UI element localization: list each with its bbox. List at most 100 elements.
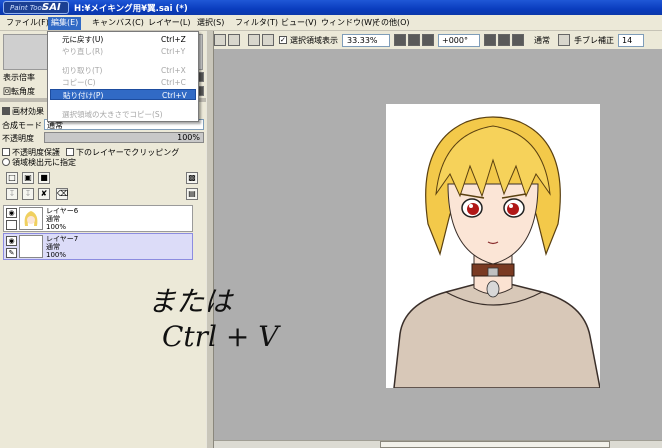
edit-menu-dropdown: 元に戻す(U) Ctrl+Z やり直し(R) Ctrl+Y 切り取り(T) Ct…: [47, 31, 199, 122]
menu-item-label: やり直し(R): [62, 47, 104, 56]
zoom-out-icon[interactable]: [394, 34, 406, 46]
title-bar: Paint Tool SAI H:¥メイキング用¥翼.sai (*): [0, 0, 662, 15]
rotate-reset-icon[interactable]: [512, 34, 524, 46]
layer-row-selected[interactable]: ◉ ✎ レイヤー7 通常 100%: [3, 233, 193, 260]
menu-other[interactable]: その他(O): [370, 17, 413, 30]
new-folder-icon[interactable]: ■: [38, 172, 50, 184]
layer-thumbnail: [19, 207, 43, 230]
nav-rotate-label: 回転角度: [3, 87, 35, 96]
panel-splitter[interactable]: [206, 31, 214, 448]
stabilizer-value: 14: [622, 36, 633, 45]
canvas-document[interactable]: [386, 104, 600, 388]
view-mode-value: 通常: [534, 36, 550, 45]
flip-icon[interactable]: [558, 34, 570, 46]
transfer-down-icon[interactable]: ↧: [6, 188, 18, 200]
character-illustration: [393, 116, 600, 388]
zoom-in-icon[interactable]: [408, 34, 420, 46]
menu-item-shortcut: Ctrl+Y: [161, 47, 186, 56]
blend-mode-label: 合成モード: [2, 121, 42, 130]
show-selection-checkbox[interactable]: ✓: [279, 36, 287, 44]
selection-source-radio[interactable]: [2, 158, 10, 166]
menu-item-shortcut: Ctrl+X: [161, 66, 186, 75]
window-title: H:¥メイキング用¥翼.sai (*): [74, 4, 188, 14]
menu-filter[interactable]: フィルタ(T): [232, 17, 281, 30]
brush-edit-icon[interactable]: ✎: [6, 248, 17, 258]
menu-bar: ファイル(F) 編集(E) キャンバス(C) レイヤー(L) 選択(S) フィル…: [0, 15, 662, 31]
menu-layer[interactable]: レイヤー(L): [145, 17, 193, 30]
scrollbar-thumb[interactable]: [380, 441, 610, 448]
menu-separator: [52, 60, 194, 61]
zoom-field[interactable]: 33.33%: [342, 34, 390, 47]
menu-item-label: 貼り付け(P): [63, 91, 104, 100]
menu-item-copy-selection-size[interactable]: 選択領域の大きさでコピー(S): [50, 109, 196, 120]
selection-source-label: 領域検出元に指定: [12, 158, 76, 167]
layer-mode: 通常: [46, 243, 60, 251]
menu-item-shortcut: Ctrl+Z: [161, 35, 186, 44]
menu-item-label: 選択領域の大きさでコピー(S): [62, 110, 163, 119]
clipping-checkbox[interactable]: [66, 148, 74, 156]
menu-item-label: 元に戻す(U): [62, 35, 104, 44]
stabilizer-label: 手ブレ補正: [574, 36, 614, 45]
menu-edit[interactable]: 編集(E): [48, 17, 82, 30]
rotate-right-icon[interactable]: [498, 34, 510, 46]
paper-effect-expander[interactable]: [2, 107, 10, 115]
invert-selection-icon[interactable]: [262, 34, 274, 46]
zoom-value: 33.33%: [347, 36, 378, 45]
deselect-icon[interactable]: [228, 34, 240, 46]
show-selection-label: 選択領域表示: [290, 36, 338, 45]
clipping-label: 下のレイヤーでクリッピング: [76, 148, 180, 157]
menu-item-label: 切り取り(T): [62, 66, 103, 75]
opacity-slider[interactable]: 100%: [44, 132, 204, 143]
handwritten-annotation: または Ctrl + V: [140, 280, 300, 360]
layer-row[interactable]: ◉ レイヤー6 通常 100%: [3, 205, 193, 232]
layer-opacity: 100%: [46, 223, 67, 231]
rotation-field[interactable]: +000°: [438, 34, 480, 47]
menu-item-cut[interactable]: 切り取り(T) Ctrl+X: [50, 65, 196, 76]
stabilizer-select[interactable]: 14: [618, 34, 644, 47]
new-layer-icon[interactable]: □: [6, 172, 18, 184]
menu-item-undo[interactable]: 元に戻す(U) Ctrl+Z: [50, 34, 196, 45]
layer-mode: 通常: [46, 215, 60, 223]
layer-opacity: 100%: [46, 251, 67, 259]
opacity-value: 100%: [177, 133, 200, 142]
logo-sai-text: SAI: [42, 2, 61, 13]
trash-icon[interactable]: ⌫: [56, 188, 68, 200]
annotation-line-1: または: [148, 285, 233, 318]
menu-file[interactable]: ファイル(F): [3, 17, 52, 30]
view-mode-select[interactable]: 通常: [530, 34, 556, 47]
layer-settings-icon[interactable]: ▤: [186, 188, 198, 200]
layer-thumbnail: [19, 235, 43, 258]
menu-item-redo[interactable]: やり直し(R) Ctrl+Y: [50, 46, 196, 57]
menu-item-paste[interactable]: 貼り付け(P) Ctrl+V: [50, 89, 196, 100]
layer-info: レイヤー6 通常 100%: [46, 207, 78, 231]
select-all-icon[interactable]: [214, 34, 226, 46]
visibility-eye-icon[interactable]: ◉: [6, 236, 17, 246]
hide-selection-icon[interactable]: [248, 34, 260, 46]
layer-panel-icon[interactable]: ▩: [186, 172, 198, 184]
menu-canvas[interactable]: キャンバス(C): [89, 17, 147, 30]
preserve-opacity-checkbox[interactable]: [2, 148, 10, 156]
merge-down-icon[interactable]: ↧: [22, 188, 34, 200]
logo-small-text: Paint Tool: [10, 4, 44, 12]
layer-name: レイヤー6: [46, 207, 79, 215]
canvas-area[interactable]: [214, 49, 662, 440]
visibility-eye-icon[interactable]: ◉: [6, 208, 17, 218]
menu-view[interactable]: ビュー(V): [278, 17, 320, 30]
annotation-line-2: Ctrl + V: [162, 320, 279, 353]
menu-item-label: コピー(C): [62, 78, 96, 87]
horizontal-scrollbar[interactable]: [214, 440, 662, 448]
menu-item-shortcut: Ctrl+V: [162, 91, 187, 100]
menu-separator: [52, 104, 194, 105]
paper-effect-label: 画材効果: [12, 107, 44, 116]
menu-select[interactable]: 選択(S): [194, 17, 227, 30]
canvas-toolbar: ✓ 選択領域表示 33.33% +000° 通常 手ブレ補正 14: [214, 31, 662, 49]
menu-item-shortcut: Ctrl+C: [161, 78, 186, 87]
layer-info: レイヤー7 通常 100%: [46, 235, 78, 259]
rotate-left-icon[interactable]: [484, 34, 496, 46]
lock-box[interactable]: [6, 220, 17, 230]
zoom-reset-icon[interactable]: [422, 34, 434, 46]
opacity-label: 不透明度: [2, 134, 34, 143]
new-linework-layer-icon[interactable]: ▣: [22, 172, 34, 184]
menu-item-copy[interactable]: コピー(C) Ctrl+C: [50, 77, 196, 88]
clear-layer-icon[interactable]: ✘: [38, 188, 50, 200]
